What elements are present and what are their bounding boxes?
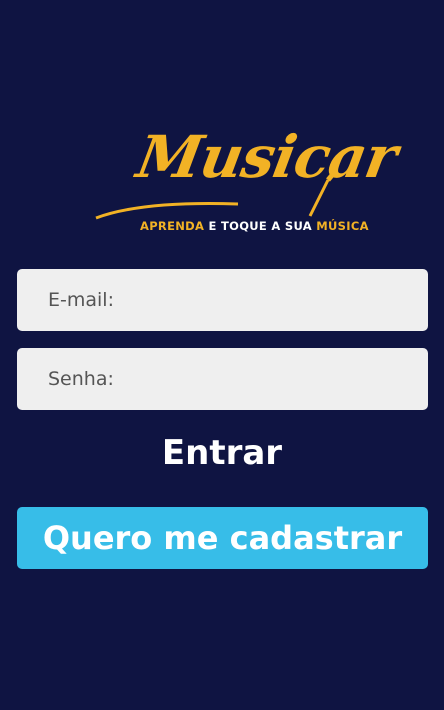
logo-wordmark: Musicar [132, 123, 402, 191]
tagline-part-1: APRENDA [140, 219, 205, 233]
tagline-part-3: MÚSICA [316, 219, 369, 233]
login-screen: Musicar APRENDA E TOQUE A SUA MÚSICA Ent… [0, 0, 444, 710]
musicar-logo: Musicar APRENDA E TOQUE A SUA MÚSICA [88, 118, 402, 243]
logo-tagline: APRENDA E TOQUE A SUA MÚSICA [140, 219, 369, 233]
tagline-part-2: E TOQUE A SUA [208, 219, 312, 233]
login-button[interactable]: Entrar [0, 433, 444, 473]
email-field[interactable] [17, 269, 428, 331]
password-field[interactable] [17, 348, 428, 410]
register-button[interactable]: Quero me cadastrar [17, 507, 428, 569]
